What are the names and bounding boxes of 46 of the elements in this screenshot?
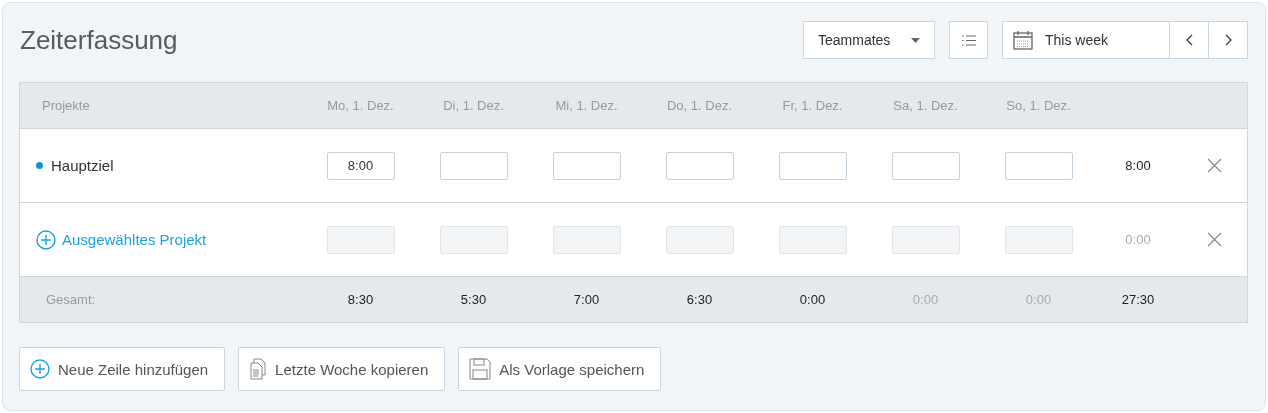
column-header: So, 1. Dez. [1006, 98, 1071, 113]
caret-icon [911, 37, 920, 43]
list-icon [961, 34, 976, 46]
time-input[interactable] [778, 151, 847, 180]
column-header: Projekte [41, 98, 90, 113]
close-icon[interactable] [1206, 158, 1222, 173]
calendar-icon [1013, 30, 1033, 50]
add-circle-icon [30, 359, 50, 379]
date-range-picker[interactable]: This week [1002, 21, 1170, 59]
column-header: Fr, 1. Dez. [782, 98, 843, 113]
time-input[interactable]: 8:00 [326, 151, 395, 180]
close-icon[interactable] [1206, 232, 1222, 247]
column-header: Sa, 1. Dez. [893, 98, 958, 113]
next-button[interactable] [1209, 21, 1248, 59]
day-total: 0:00 [912, 292, 939, 307]
action-button[interactable]: Als Vorlage speichern [458, 347, 662, 391]
day-total: 0:00 [799, 292, 826, 307]
previous-button[interactable] [1170, 21, 1209, 59]
teammates-dropdown[interactable]: Teammates [803, 21, 935, 59]
day-total: 0:00 [1025, 292, 1052, 307]
column-header: Do, 1. Dez. [667, 98, 732, 113]
row-total: 8:00 [1125, 158, 1151, 173]
column-header: Mi, 1. Dez. [555, 98, 618, 113]
day-total: 6:30 [686, 292, 713, 307]
time-input[interactable] [1004, 151, 1073, 180]
list-view-button[interactable] [949, 21, 988, 59]
day-total: 27:30 [1121, 292, 1155, 307]
time-input[interactable] [665, 151, 734, 180]
project-name: Hauptziel [51, 157, 114, 174]
chevron-right-icon [1224, 34, 1232, 46]
documents-icon [249, 358, 268, 380]
time-input[interactable] [891, 151, 960, 180]
time-input[interactable] [552, 151, 621, 180]
add-circle-icon [36, 229, 56, 250]
page-title: Zeiterfassung [20, 24, 179, 56]
row-total: 0:00 [1125, 232, 1151, 247]
day-total: 8:30 [347, 292, 374, 307]
chevron-left-icon [1185, 34, 1193, 46]
total-label: Gesamt: [45, 292, 96, 307]
column-header: Di, 1. Dez. [443, 98, 504, 113]
time-input[interactable] [439, 151, 508, 180]
action-button[interactable]: Letzte Woche kopieren [238, 347, 446, 391]
day-total: 5:30 [460, 292, 487, 307]
action-button[interactable]: Neue Zeile hinzufügen [19, 347, 226, 391]
day-total: 7:00 [573, 292, 600, 307]
column-header: Mo, 1. Dez. [327, 98, 394, 113]
